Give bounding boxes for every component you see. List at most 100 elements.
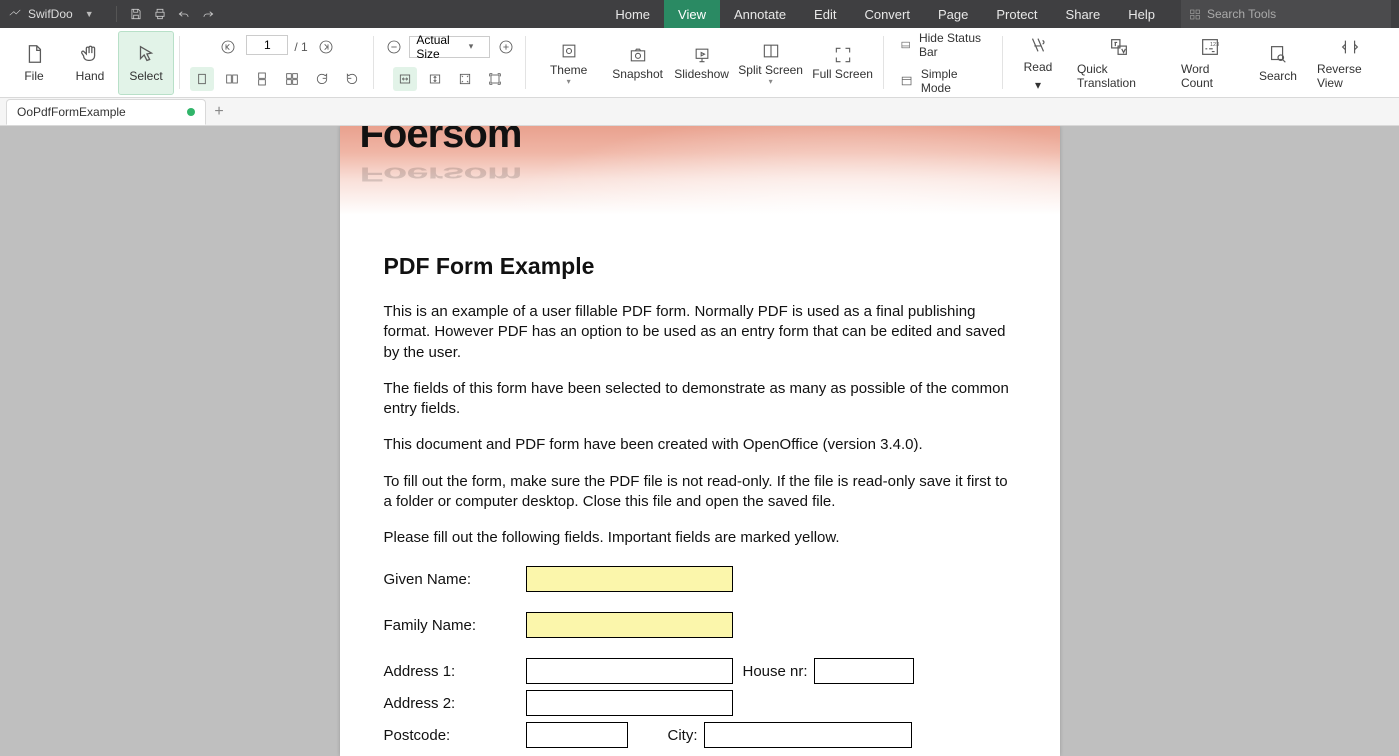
theme-label: Theme: [550, 63, 587, 77]
slideshow-icon: [692, 45, 712, 65]
full-screen-icon: [833, 45, 853, 65]
menu-annotate[interactable]: Annotate: [720, 0, 800, 28]
menu-edit[interactable]: Edit: [800, 0, 850, 28]
rotate-ccw-button[interactable]: [340, 67, 364, 91]
city-field[interactable]: [704, 722, 912, 748]
hide-status-bar-toggle[interactable]: Hide Status Bar: [900, 31, 987, 59]
reverse-view-button[interactable]: Reverse View: [1307, 31, 1393, 95]
actual-size-icon: [487, 71, 503, 87]
hand-icon: [79, 43, 101, 65]
rotate-cw-icon: [314, 71, 330, 87]
zoom-label: Actual Size: [416, 33, 462, 61]
save-icon: [129, 7, 143, 21]
fit-page-button[interactable]: [453, 67, 477, 91]
save-button[interactable]: [125, 3, 147, 25]
pdf-form: Given Name: Family Name: Address 1: Hous…: [384, 566, 1016, 756]
menu-view[interactable]: View: [664, 0, 720, 28]
translate-icon: [1108, 36, 1130, 58]
unsaved-indicator-icon: [187, 108, 195, 116]
read-button[interactable]: Read ▾: [1009, 31, 1067, 95]
search-tools-icon: [1189, 8, 1201, 20]
read-label: Read: [1024, 60, 1053, 74]
select-button[interactable]: Select: [118, 31, 174, 95]
zoom-out-button[interactable]: [384, 35, 403, 59]
search-icon: [1267, 43, 1289, 65]
actual-size-button[interactable]: [483, 67, 507, 91]
slideshow-label: Slideshow: [674, 67, 729, 81]
hand-button[interactable]: Hand: [62, 31, 118, 95]
fit-page-icon: [457, 71, 473, 87]
single-page-icon: [194, 71, 210, 87]
file-icon: [23, 43, 45, 65]
rotate-ccw-icon: [344, 71, 360, 87]
document-tab-label: OoPdfFormExample: [17, 105, 126, 119]
menu-page[interactable]: Page: [924, 0, 982, 28]
slideshow-button[interactable]: Slideshow: [670, 31, 734, 95]
paragraph: To fill out the form, make sure the PDF …: [384, 472, 1016, 513]
dropdown-caret-icon: ▾: [567, 79, 571, 85]
menu-protect[interactable]: Protect: [982, 0, 1051, 28]
word-count-icon: 123: [1199, 36, 1221, 58]
document-tab-strip: OoPdfFormExample +: [0, 98, 1399, 126]
first-page-icon: [220, 39, 236, 55]
new-tab-button[interactable]: +: [206, 99, 232, 125]
document-tab[interactable]: OoPdfFormExample: [6, 99, 206, 125]
continuous-view-button[interactable]: [250, 67, 274, 91]
redo-button[interactable]: [197, 3, 219, 25]
zoom-level-select[interactable]: Actual Size: [409, 36, 490, 58]
rotate-cw-button[interactable]: [310, 67, 334, 91]
undo-button[interactable]: [173, 3, 195, 25]
family-name-label: Family Name:: [384, 617, 526, 634]
split-screen-button[interactable]: Split Screen ▾: [734, 31, 808, 95]
last-page-button[interactable]: [314, 35, 338, 59]
quick-translation-button[interactable]: Quick Translation: [1067, 31, 1171, 95]
zoom-in-button[interactable]: [496, 35, 515, 59]
fit-width-button[interactable]: [393, 67, 417, 91]
grid-icon: [284, 71, 300, 87]
paragraph: This document and PDF form have been cre…: [384, 435, 1016, 455]
pdf-page: Foersom Foersom PDF Form Example This is…: [340, 126, 1060, 756]
two-page-view-button[interactable]: [220, 67, 244, 91]
qat-separator: [116, 6, 117, 22]
city-label: City:: [668, 727, 698, 744]
postcode-field[interactable]: [526, 722, 628, 748]
hide-status-label: Hide Status Bar: [919, 31, 987, 59]
menu-share[interactable]: Share: [1052, 0, 1115, 28]
page-total-label: / 1: [294, 40, 307, 54]
document-title: PDF Form Example: [384, 253, 1016, 280]
app-menu-caret-icon[interactable]: ▼: [85, 9, 94, 19]
first-page-button[interactable]: [216, 35, 240, 59]
continuous-icon: [254, 71, 270, 87]
print-button[interactable]: [149, 3, 171, 25]
house-nr-field[interactable]: [814, 658, 914, 684]
menu-bar: Home View Annotate Edit Convert Page Pro…: [601, 0, 1399, 28]
zoom-in-icon: [498, 39, 514, 55]
search-tools-input[interactable]: Search Tools: [1181, 0, 1391, 28]
snapshot-label: Snapshot: [612, 67, 663, 81]
menu-convert[interactable]: Convert: [850, 0, 924, 28]
address1-field[interactable]: [526, 658, 733, 684]
address2-field[interactable]: [526, 690, 733, 716]
full-screen-button[interactable]: Full Screen: [808, 31, 878, 95]
theme-button[interactable]: Theme ▾: [532, 31, 606, 95]
redo-icon: [201, 7, 215, 21]
single-page-view-button[interactable]: [190, 67, 214, 91]
split-screen-label: Split Screen: [738, 63, 803, 77]
menu-home[interactable]: Home: [601, 0, 664, 28]
page-number-input[interactable]: [246, 35, 288, 55]
paragraph: The fields of this form have been select…: [384, 379, 1016, 420]
search-button[interactable]: Search: [1249, 31, 1307, 95]
word-count-button[interactable]: 123 Word Count: [1171, 31, 1249, 95]
simple-mode-toggle[interactable]: Simple Mode: [900, 67, 987, 95]
zoom-out-icon: [386, 39, 402, 55]
grid-view-button[interactable]: [280, 67, 304, 91]
fit-height-button[interactable]: [423, 67, 447, 91]
undo-icon: [177, 7, 191, 21]
file-button[interactable]: File: [6, 31, 62, 95]
snapshot-icon: [628, 45, 648, 65]
workspace[interactable]: Foersom Foersom PDF Form Example This is…: [0, 126, 1399, 756]
menu-help[interactable]: Help: [1114, 0, 1169, 28]
given-name-field[interactable]: [526, 566, 733, 592]
snapshot-button[interactable]: Snapshot: [606, 31, 670, 95]
family-name-field[interactable]: [526, 612, 733, 638]
